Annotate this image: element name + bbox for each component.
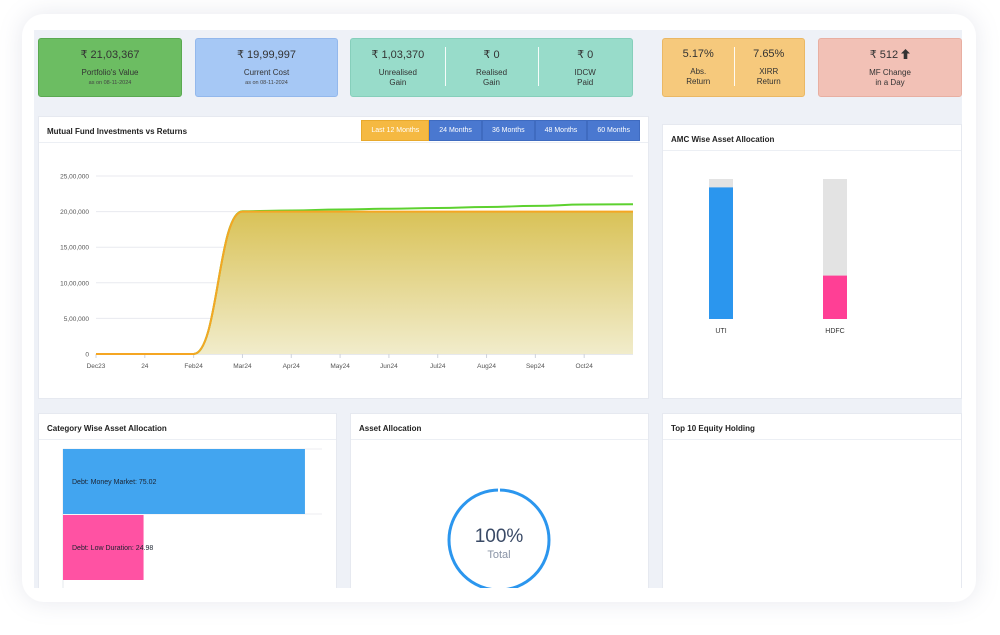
unrealised-gain-label: Unrealised	[378, 68, 417, 77]
portfolio-value: ₹ 21,03,367	[80, 49, 140, 61]
app-frame: ₹ 21,03,367 Portfolio's Value as on 08-1…	[22, 14, 976, 602]
amc-bar-label: HDFC	[825, 328, 844, 335]
investments-panel-title: Mutual Fund Investments vs Returns	[47, 127, 188, 136]
xirr-return-label: XIRR	[759, 67, 779, 76]
x-tick-label: Sep24	[526, 363, 545, 370]
donut-center-label: Total	[487, 549, 510, 561]
xirr-return: 7.65% XIRR Return	[733, 39, 805, 96]
x-tick-label: Aug24	[477, 363, 496, 370]
investments-returns-chart: 0 5,00,000 10,00,000 15,00,000 20,00,000 25,0…	[60, 174, 634, 370]
category-bar-label: Debt: Low Duration: 24.98	[72, 545, 153, 552]
returns-card[interactable]: 5.17% Abs. Return 7.65% XIRR Return	[662, 38, 805, 97]
idcw-paid-label-2: Paid	[577, 78, 594, 87]
realised-gain-label: Realised	[475, 68, 508, 77]
mf-change-label-2: in a Day	[875, 78, 905, 87]
y-tick-label: 20,00,000	[60, 209, 89, 216]
tab-last-12-months[interactable]: Last 12 Months	[361, 120, 430, 141]
idcw-paid-value: ₹ 0	[577, 49, 594, 61]
amc-allocation-panel: AMC Wise Asset Allocation UTI HDFC	[662, 124, 962, 399]
tab-24-months[interactable]: 24 Months	[429, 120, 482, 141]
x-tick-label: Jun24	[380, 363, 398, 370]
asset-allocation-panel: Asset Allocation 100% Total	[350, 413, 649, 588]
gains-card[interactable]: ₹ 1,03,370 Unrealised Gain ₹ 0 Realised Ga…	[350, 38, 633, 97]
top-equity-panel: Top 10 Equity Holding	[662, 413, 962, 588]
top-equity-title: Top 10 Equity Holding	[671, 424, 755, 433]
unrealised-gain: ₹ 1,03,370 Unrealised Gain	[351, 39, 445, 96]
category-allocation-chart: Debt: Money Market: 75.02 Debt: Low Durat…	[62, 448, 322, 588]
dashboard: ₹ 21,03,367 Portfolio's Value as on 08-1…	[34, 30, 962, 588]
mf-change-value: ₹ 512	[869, 49, 899, 61]
y-tick-label: 10,00,000	[60, 280, 89, 287]
amc-allocation-chart: UTI HDFC	[709, 179, 847, 335]
category-allocation-panel: Category Wise Asset Allocation Debt: Mon…	[38, 413, 337, 588]
mf-change-card[interactable]: ₹ 512 MF Change in a Day	[818, 38, 962, 97]
category-bar-label: Debt: Money Market: 75.02	[72, 479, 157, 486]
x-tick-label: 24	[141, 363, 149, 370]
abs-return-value: 5.17%	[682, 48, 714, 60]
category-allocation-title: Category Wise Asset Allocation	[47, 424, 167, 433]
y-tick-label: 15,00,000	[60, 245, 89, 252]
portfolio-value-label: Portfolio's Value	[81, 68, 139, 77]
abs-return-label: Abs.	[690, 67, 707, 76]
tab-48-months[interactable]: 48 Months	[534, 120, 588, 141]
x-tick-label: Dec23	[87, 363, 106, 370]
idcw-paid-label: IDCW	[574, 68, 596, 77]
amc-bar-label: UTI	[715, 328, 726, 335]
x-tick-label: Mar24	[233, 363, 252, 370]
x-tick-label: May24	[330, 363, 350, 370]
mf-change-label: MF Change	[869, 68, 911, 77]
y-tick-label: 25,00,000	[60, 174, 89, 181]
current-cost-date: as on 08-11-2024	[245, 80, 288, 86]
arrow-up-icon	[901, 49, 911, 59]
period-tabs: Last 12 Months 24 Months 36 Months 48 Mo…	[361, 120, 640, 141]
asset-allocation-title: Asset Allocation	[359, 424, 422, 433]
realised-gain-value: ₹ 0	[483, 49, 500, 61]
x-tick-label: Jul24	[430, 363, 446, 370]
realised-gain-label-2: Gain	[483, 78, 500, 87]
y-tick-label: 0	[85, 352, 89, 359]
amc-bar-hdfc	[823, 275, 847, 319]
unrealised-gain-value: ₹ 1,03,370	[371, 49, 425, 61]
x-tick-label: Feb24	[184, 363, 203, 370]
abs-return-label-2: Return	[686, 77, 711, 86]
asset-allocation-donut: 100% Total	[447, 487, 551, 588]
xirr-return-value: 7.65%	[753, 48, 785, 60]
tab-60-months[interactable]: 60 Months	[587, 120, 640, 141]
idcw-paid: ₹ 0 IDCW Paid	[538, 39, 632, 96]
realised-gain: ₹ 0 Realised Gain	[444, 39, 539, 96]
x-tick-label: Oct24	[576, 363, 594, 370]
donut-center-value: 100%	[475, 526, 524, 547]
current-cost-value: ₹ 19,99,997	[237, 49, 296, 61]
amc-bar-uti	[709, 187, 733, 319]
unrealised-gain-label-2: Gain	[389, 78, 407, 87]
investments-panel: Mutual Fund Investments vs Returns Last …	[38, 116, 649, 399]
xirr-return-label-2: Return	[756, 77, 781, 86]
current-cost-label: Current Cost	[243, 68, 290, 77]
x-tick-label: Apr24	[283, 363, 301, 370]
y-tick-label: 5,00,000	[64, 316, 90, 323]
tab-36-months[interactable]: 36 Months	[481, 120, 535, 141]
amc-allocation-title: AMC Wise Asset Allocation	[671, 135, 775, 144]
portfolio-value-date: as on 08-11-2024	[88, 80, 132, 86]
abs-return: 5.17% Abs. Return	[663, 39, 734, 96]
current-cost-card[interactable]: ₹ 19,99,997 Current Cost as on 08-11-202…	[195, 38, 338, 97]
portfolio-value-card[interactable]: ₹ 21,03,367 Portfolio's Value as on 08-1…	[38, 38, 182, 97]
